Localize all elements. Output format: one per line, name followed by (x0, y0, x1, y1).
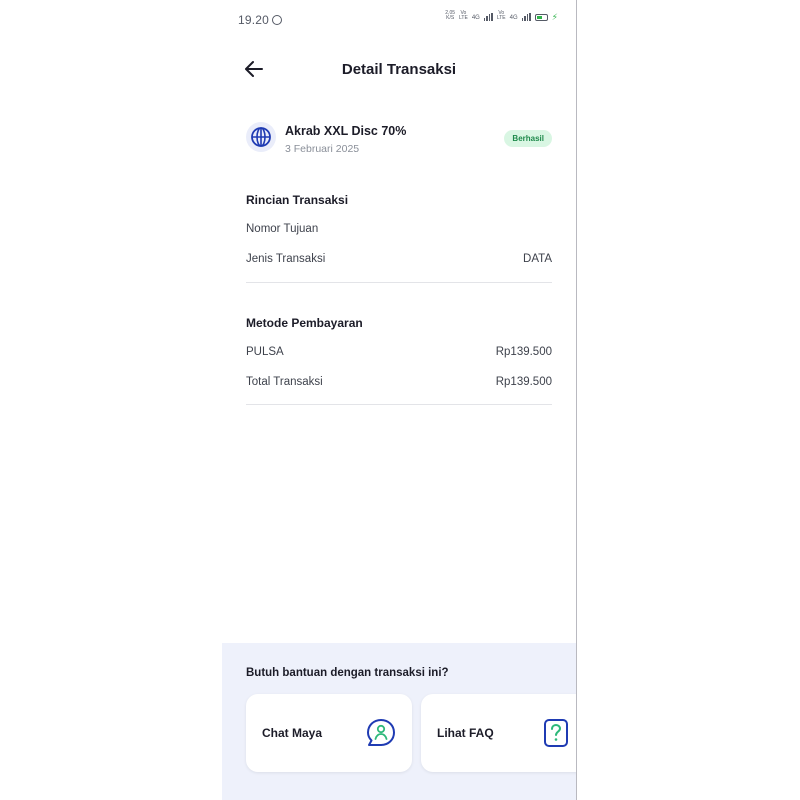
volte-badge-2: Vo LTE (496, 10, 506, 21)
payment-row-value: Rp139.500 (495, 346, 552, 358)
faq-question-icon (544, 719, 568, 747)
phone-screen: 19.20 2,05 K/S Vo LTE 4G Vo LTE 4G ⚡ Det… (222, 0, 577, 800)
payment-row-label: Total Transaksi (246, 376, 323, 388)
chat-maya-button[interactable]: Chat Maya (246, 694, 412, 772)
volte-badge-1: Vo LTE (459, 10, 468, 21)
details-section-title: Rincian Transaksi (246, 193, 349, 207)
detail-row-label: Jenis Transaksi (246, 253, 326, 265)
transaction-date: 3 Februari 2025 (285, 143, 360, 155)
faq-label: Lihat FAQ (437, 726, 494, 740)
help-title: Butuh bantuan dengan transaksi ini? (246, 667, 449, 679)
signal-icon-2 (521, 13, 531, 21)
payment-row-label: PULSA (246, 346, 284, 358)
chat-maya-label: Chat Maya (262, 726, 323, 740)
payment-row-value: Rp139.500 (495, 376, 552, 388)
status-bar-icons: 2,05 K/S Vo LTE 4G Vo LTE 4G ⚡ (445, 10, 558, 22)
globe-icon (251, 127, 271, 147)
signal-icon-1 (483, 13, 493, 21)
help-section: Butuh bantuan dengan transaksi ini? Chat… (222, 643, 576, 800)
charging-icon: ⚡ (551, 12, 558, 22)
status-bar-time: 19.20 (238, 13, 283, 27)
product-icon-wrap (246, 122, 276, 152)
battery-level (536, 16, 542, 19)
network-type-1: 4G (471, 15, 480, 21)
section-divider (246, 404, 552, 405)
notification-icon (272, 14, 283, 25)
clock-text: 19.20 (238, 13, 270, 27)
chat-support-icon (367, 719, 395, 746)
product-name: Akrab XXL Disc 70% (285, 124, 407, 138)
detail-row-label: Nomor Tujuan (246, 223, 319, 235)
section-divider (246, 282, 552, 283)
payment-section-title: Metode Pembayaran (246, 316, 363, 330)
network-speed: 2,05 K/S (445, 10, 456, 21)
faq-button[interactable]: Lihat FAQ (421, 694, 576, 772)
page-title: Detail Transaksi (341, 61, 457, 78)
detail-row-value: DATA (523, 253, 552, 265)
network-type-2: 4G (509, 15, 518, 21)
status-badge: Berhasil (504, 130, 552, 147)
battery-icon (534, 14, 548, 21)
